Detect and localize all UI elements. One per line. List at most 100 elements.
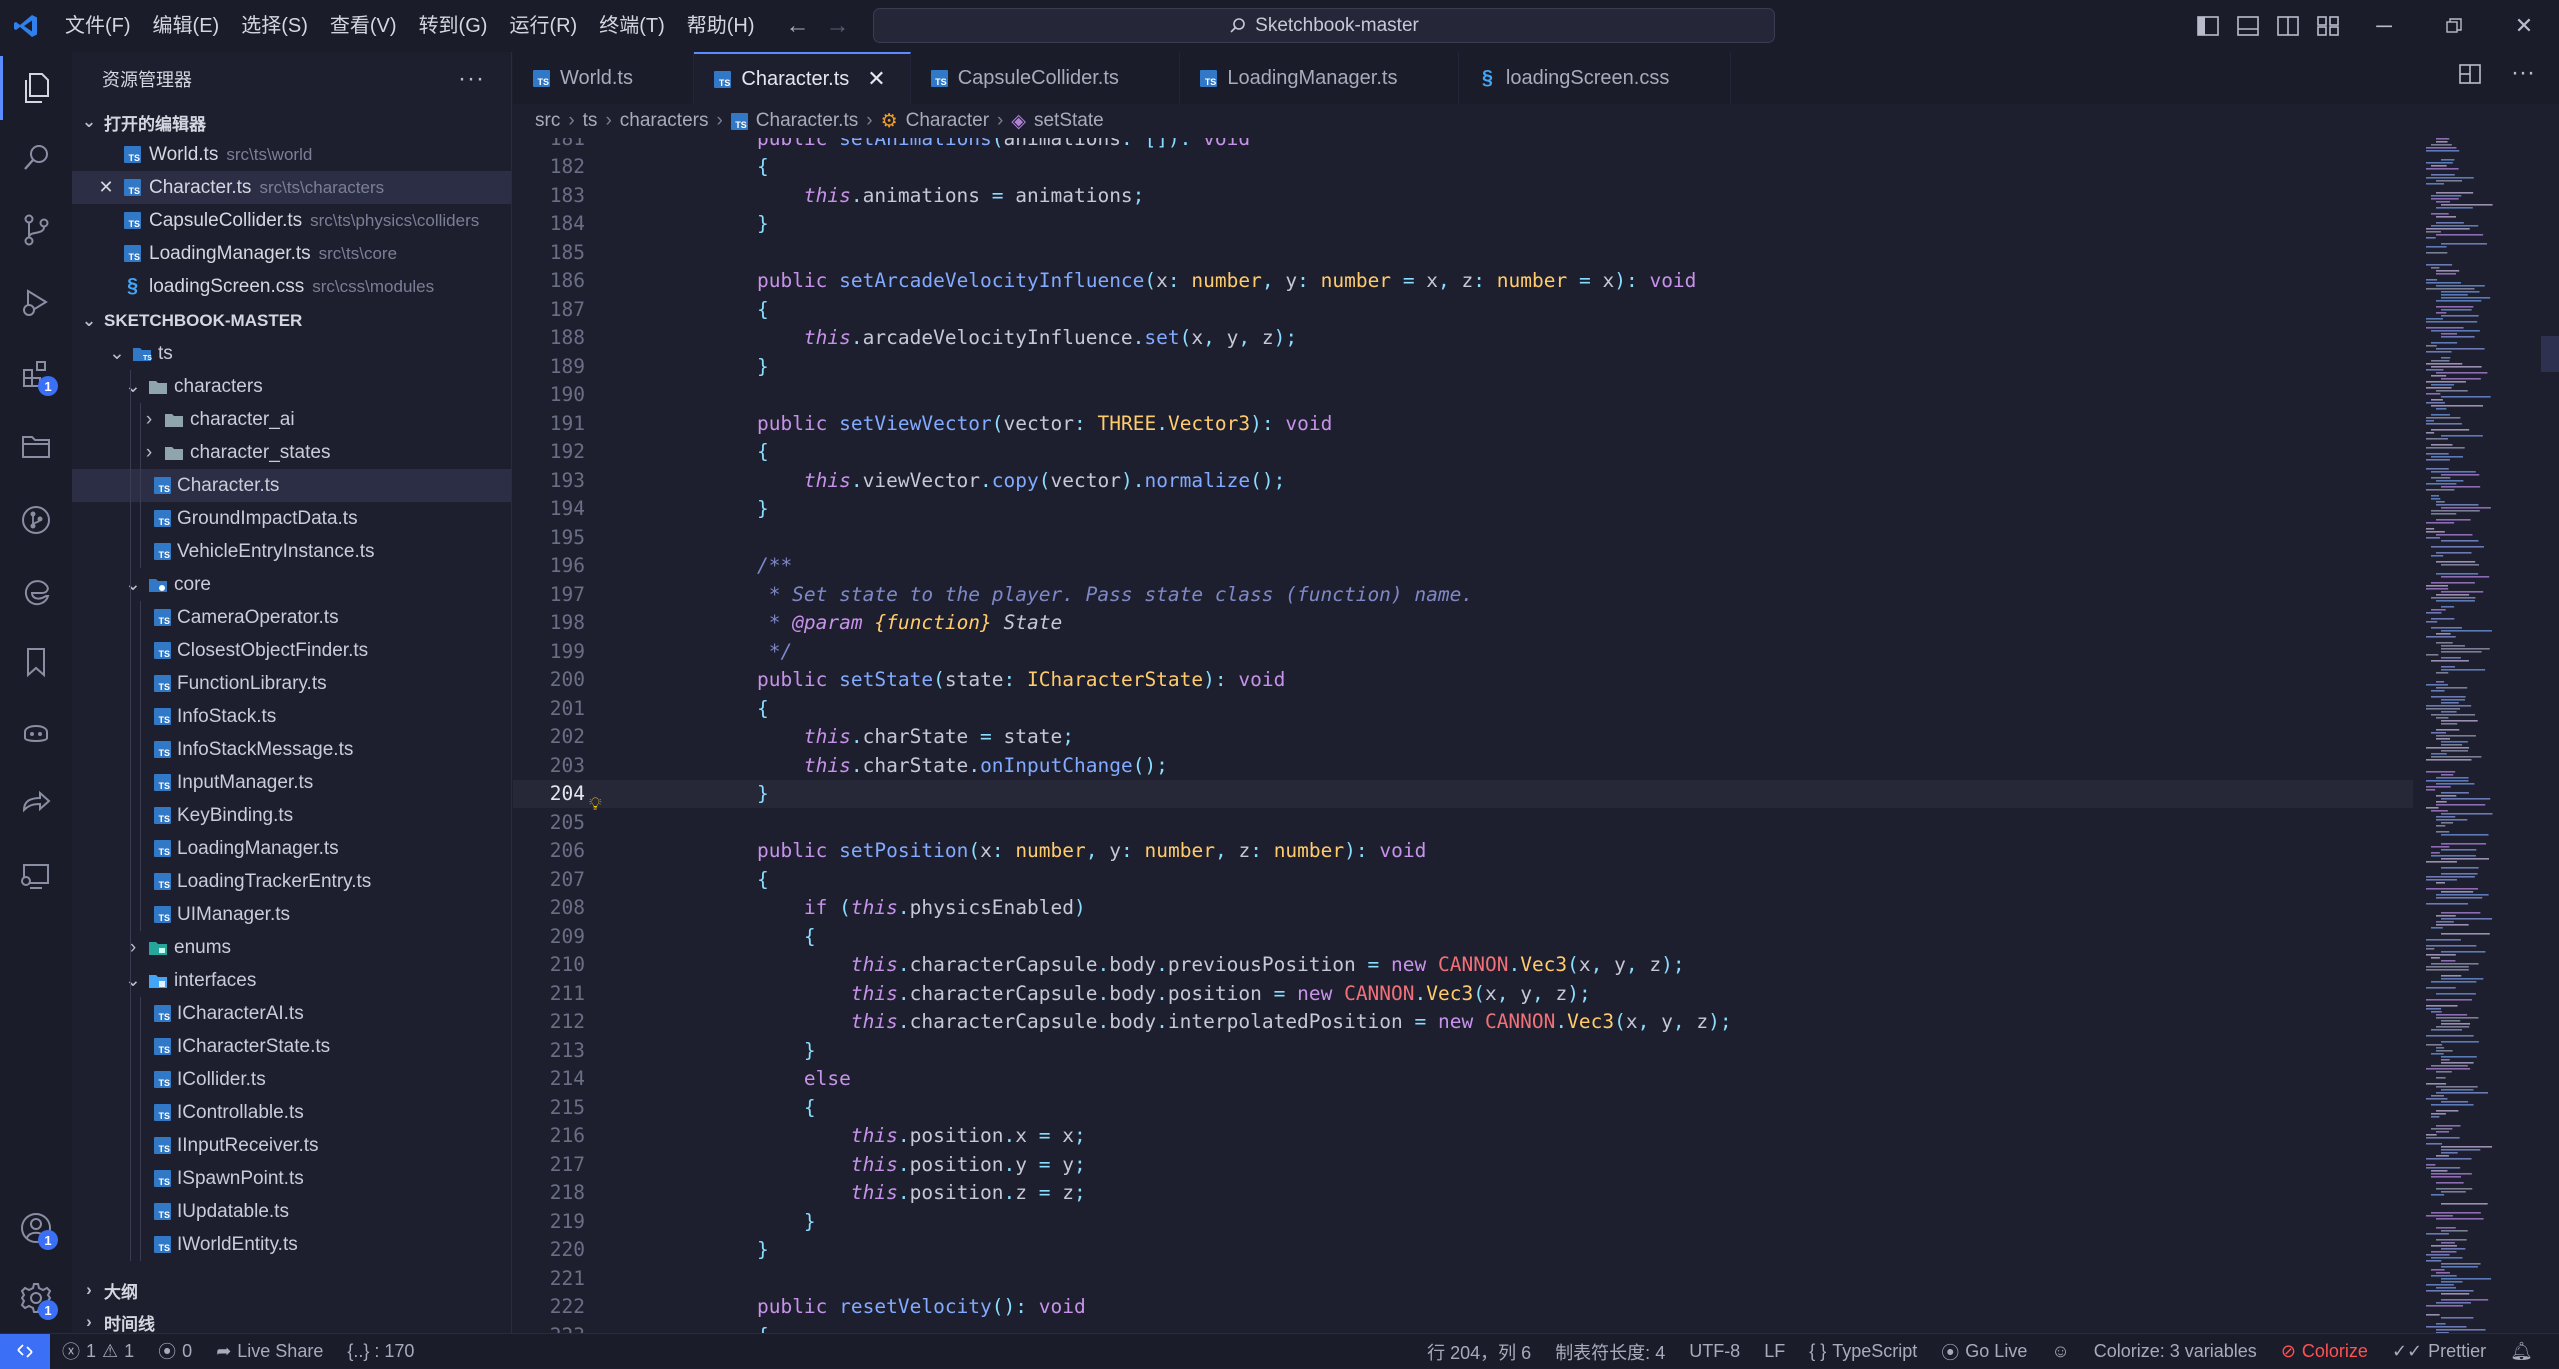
menu-item[interactable]: 终端(T) [588,0,676,52]
breadcrumb-item[interactable]: Character [906,110,989,132]
open-editor-item[interactable]: TS CapsuleCollider.ts src\ts\physics\colli… [72,204,511,237]
file-item[interactable]: TS CameraOperator.ts [72,601,511,634]
settings-gear-icon[interactable]: 1 [0,1266,72,1330]
more-actions-icon[interactable]: ··· [458,65,485,93]
editor-tab[interactable]: §loadingScreen.css✕ [1459,52,1731,104]
menu-item[interactable]: 文件(F) [54,0,142,52]
file-item[interactable]: TS GroundImpactData.ts [72,502,511,535]
file-item[interactable]: TS KeyBinding.ts [72,799,511,832]
menu-item[interactable]: 帮助(H) [676,0,766,52]
back-arrow-icon[interactable]: ← [778,0,818,52]
folder-item[interactable]: ⌄ interfaces [72,964,511,997]
open-editor-item[interactable]: TS World.ts src\ts\world [72,138,511,171]
breadcrumb-item[interactable]: ts [583,110,598,132]
open-editors-section[interactable]: ⌄ 打开的编辑器 [72,106,511,138]
menu-item[interactable]: 运行(R) [498,0,588,52]
folder-item[interactable]: › character_ai [72,403,511,436]
search-icon[interactable] [0,126,72,190]
live-share-icon[interactable] [0,772,72,836]
file-item[interactable]: TS InfoStack.ts [72,700,511,733]
run-debug-icon[interactable] [0,270,72,334]
split-editor-icon[interactable] [2459,64,2481,90]
ports-indicator[interactable]: ⦿ 0 [146,1338,204,1364]
explorer-icon[interactable] [0,56,72,120]
folder-item[interactable]: ⌄ core [72,568,511,601]
folder-item[interactable]: ⌄ characters [72,370,511,403]
colorize-variables[interactable]: Colorize: 3 variables [2082,1341,2269,1362]
file-item[interactable]: TS ISpawnPoint.ts [72,1162,511,1195]
editor-tab[interactable]: TSWorld.ts✕ [513,52,695,104]
remote-indicator-icon[interactable] [0,1333,50,1369]
folder-icon[interactable] [0,414,72,478]
breadcrumb-item[interactable]: setState [1034,110,1104,132]
more-actions-icon[interactable]: ··· [2511,61,2535,90]
indentation[interactable]: 制表符长度: 4 [1543,1339,1677,1365]
customize-layout-icon[interactable] [2315,13,2341,39]
menu-item[interactable]: 查看(V) [319,0,408,52]
forward-arrow-icon[interactable]: → [818,0,858,52]
project-section[interactable]: ⌄ SKETCHBOOK-MASTER [72,305,511,337]
notifications-bell[interactable]: 🔔︎ [2498,1341,2545,1362]
language-mode[interactable]: { } TypeScript [1797,1341,1929,1362]
editor-tab[interactable]: TSCapsuleCollider.ts✕ [911,52,1181,104]
end-of-line[interactable]: LF [1752,1341,1797,1362]
open-editor-item[interactable]: ✕ TS Character.ts src\ts\characters [72,171,511,204]
editor-tab[interactable]: TS Character.ts ✕ [694,52,911,104]
timeline-section[interactable]: › 时间线 [72,1306,511,1333]
file-item[interactable]: TS LoadingTrackerEntry.ts [72,865,511,898]
restore-icon[interactable] [2419,0,2489,52]
toggle-panel-icon[interactable] [2235,13,2261,39]
close-icon[interactable]: ✕ [867,66,885,92]
account-icon[interactable]: 1 [0,1196,72,1260]
encoding[interactable]: UTF-8 [1677,1341,1752,1362]
menu-item[interactable]: 编辑(E) [142,0,231,52]
minimize-icon[interactable]: ─ [2349,0,2419,52]
folder-item[interactable]: ⌄ TS ts [72,337,511,370]
editor-tab[interactable]: TSLoadingManager.ts✕ [1180,52,1459,104]
close-icon[interactable]: ✕ [96,177,116,198]
file-item[interactable]: TS ICharacterState.ts [72,1030,511,1063]
file-item[interactable]: TS IUpdatable.ts [72,1195,511,1228]
folder-item[interactable]: › enums [72,931,511,964]
breadcrumb-item[interactable]: src [535,110,560,132]
git-graph-icon[interactable] [0,488,72,552]
colorize-button[interactable]: ⊘ Colorize [2269,1341,2380,1362]
code-editor[interactable]: 181 public setAnimations(animations: [])… [513,138,2413,1333]
prettier-button[interactable]: ✓✓ Prettier [2380,1341,2498,1362]
file-item[interactable]: TS IInputReceiver.ts [72,1129,511,1162]
file-item[interactable]: TS LoadingManager.ts [72,832,511,865]
remote-explorer-icon[interactable] [0,844,72,908]
go-live-button[interactable]: ⦿ Go Live [1929,1339,2039,1365]
file-item[interactable]: TS IControllable.ts [72,1096,511,1129]
menu-item[interactable]: 转到(G) [408,0,499,52]
bookmark-icon[interactable] [0,630,72,694]
open-editor-item[interactable]: § loadingScreen.css src\css\modules [72,270,511,303]
menu-item[interactable]: 选择(S) [230,0,319,52]
file-item[interactable]: TS ICharacterAI.ts [72,997,511,1030]
breadcrumb-item[interactable]: characters [620,110,709,132]
selection-info[interactable]: {..} : 170 [335,1341,426,1362]
copilot-icon[interactable] [0,700,72,764]
file-item[interactable]: TS UIManager.ts [72,898,511,931]
file-item[interactable]: TS Character.ts [72,469,511,502]
file-item[interactable]: TS InfoStackMessage.ts [72,733,511,766]
file-item[interactable]: TS IWorldEntity.ts [72,1228,511,1261]
open-editor-item[interactable]: TS LoadingManager.ts src\ts\core [72,237,511,270]
extensions-icon[interactable]: 1 [0,342,72,406]
edge-icon[interactable] [0,560,72,624]
file-item[interactable]: TS ClosestObjectFinder.ts [72,634,511,667]
copilot-status[interactable]: ☺ [2039,1341,2081,1362]
file-item[interactable]: TS InputManager.ts [72,766,511,799]
scrollbar-thumb[interactable] [2541,336,2559,372]
file-item[interactable]: TS ICollider.ts [72,1063,511,1096]
outline-section[interactable]: › 大纲 [72,1274,511,1306]
problems-indicator[interactable]: ⓧ 1 ⚠ 1 [50,1338,146,1364]
minimap[interactable] [2420,138,2545,1334]
source-control-icon[interactable] [0,198,72,262]
breadcrumb-item[interactable]: Character.ts [756,110,858,132]
file-item[interactable]: TS VehicleEntryInstance.ts [72,535,511,568]
toggle-secondary-sidebar-icon[interactable] [2275,13,2301,39]
toggle-primary-sidebar-icon[interactable] [2195,13,2221,39]
folder-item[interactable]: › character_states [72,436,511,469]
live-share-button[interactable]: ➦ Live Share [204,1341,335,1362]
